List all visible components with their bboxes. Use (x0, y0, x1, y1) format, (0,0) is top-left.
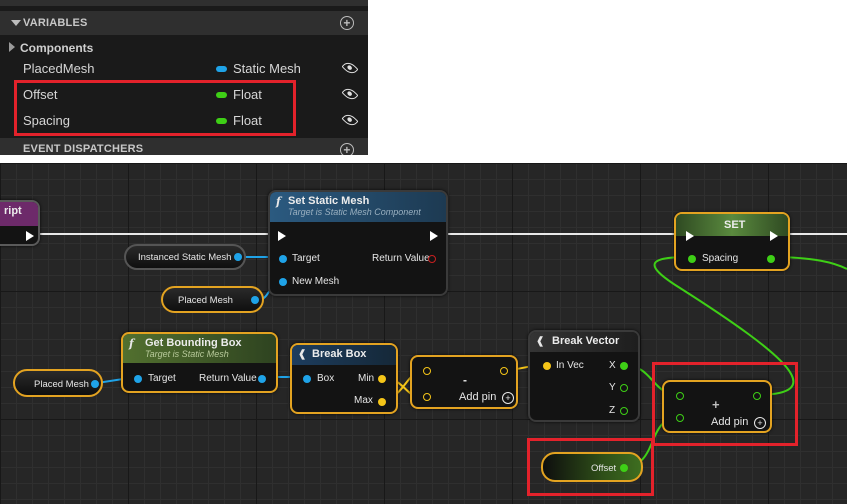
event-node-title: ript (4, 205, 22, 217)
in-vec-label: In Vec (556, 360, 584, 371)
add-variable-icon[interactable]: + (340, 16, 354, 30)
event-dispatchers-label: EVENT DISPATCHERS (23, 143, 144, 155)
spacing-label: Spacing (702, 253, 739, 264)
add-pin-icon[interactable]: + (502, 392, 514, 404)
highlight-box (527, 438, 654, 496)
x-pin[interactable] (620, 362, 628, 370)
exec-in-pin[interactable] (686, 231, 694, 241)
return-value-pin[interactable] (428, 255, 436, 263)
output-pin[interactable] (500, 367, 508, 375)
min-label: Min (358, 373, 375, 384)
add-dispatcher-icon[interactable]: + (340, 143, 354, 155)
new-mesh-pin[interactable] (279, 278, 287, 286)
variables-header[interactable]: VARIABLES + (0, 11, 368, 35)
set-static-mesh-node[interactable]: f Set Static Mesh Target is Static Mesh … (268, 190, 448, 296)
box-pin[interactable] (303, 375, 311, 383)
variable-row-placedmesh[interactable]: PlacedMesh Static Mesh (0, 56, 368, 82)
return-value-label: Return Value (199, 373, 257, 384)
instanced-static-mesh-getter[interactable]: Instanced Static Mesh (124, 244, 246, 270)
target-pin[interactable] (134, 375, 142, 383)
break-icon: ❰ (536, 336, 545, 347)
node-header: f Get Bounding Box Target is Static Mesh (123, 334, 276, 363)
z-label: Z (609, 405, 616, 416)
return-value-label: Return Value (372, 253, 430, 264)
in-vec-pin[interactable] (543, 362, 551, 370)
event-node[interactable]: ript (0, 200, 40, 246)
highlight-box (652, 362, 798, 446)
exec-out-pin[interactable] (770, 231, 778, 241)
getter-out-pin[interactable] (91, 380, 99, 388)
panel-top-section: + (0, 0, 368, 6)
event-node-header: ript (0, 202, 38, 226)
getter-out-pin[interactable] (251, 296, 259, 304)
node-title: Get Bounding Box (145, 337, 242, 349)
expand-arrow-icon[interactable] (9, 42, 15, 52)
x-label: X (609, 360, 616, 371)
function-icon: f (276, 195, 281, 208)
spacing-out-pin[interactable] (767, 255, 775, 263)
my-blueprint-panel: + VARIABLES + Components PlacedMesh Stat… (0, 0, 368, 155)
z-pin[interactable] (620, 407, 628, 415)
blueprint-graph-canvas[interactable]: ript f Set Static Mesh Target is Static … (0, 163, 847, 504)
type-pill-icon (216, 66, 227, 72)
spacing-in-pin[interactable] (688, 255, 696, 263)
node-subtitle: Target is Static Mesh (145, 349, 229, 359)
break-box-node[interactable]: ❰ Break Box Box Min Max (290, 343, 398, 414)
variable-type[interactable]: Static Mesh (233, 61, 301, 76)
getter-out-pin[interactable] (234, 253, 242, 261)
max-pin[interactable] (378, 398, 386, 406)
node-header: ❰ Break Box (292, 345, 396, 365)
node-title: Set Static Mesh (288, 195, 370, 207)
y-pin[interactable] (620, 384, 628, 392)
placed-mesh-getter[interactable]: Placed Mesh (13, 369, 103, 397)
collapse-arrow-icon[interactable] (11, 20, 21, 26)
function-icon: f (129, 337, 134, 350)
exec-in-pin[interactable] (278, 231, 286, 241)
node-subtitle: Target is Static Mesh Component (288, 207, 421, 217)
break-vector-node[interactable]: ❰ Break Vector In Vec X Y Z (528, 330, 640, 422)
new-mesh-label: New Mesh (292, 276, 340, 287)
target-pin[interactable] (279, 255, 287, 263)
node-title: Break Vector (552, 335, 620, 347)
node-title: Break Box (312, 348, 367, 360)
target-label: Target (292, 253, 320, 264)
node-header: ❰ Break Vector (530, 332, 638, 352)
target-label: Target (148, 373, 176, 384)
add-pin-label[interactable]: Add pin (459, 391, 496, 403)
exec-out-pin[interactable] (430, 231, 438, 241)
visibility-eye-icon[interactable] (341, 111, 359, 129)
break-icon: ❰ (298, 349, 307, 360)
components-category[interactable]: Components (0, 38, 368, 58)
variable-name: PlacedMesh (23, 61, 95, 76)
input-pin-b[interactable] (423, 393, 431, 401)
return-value-pin[interactable] (258, 375, 266, 383)
visibility-eye-icon[interactable] (341, 59, 359, 77)
min-pin[interactable] (378, 375, 386, 383)
variables-header-label: VARIABLES (23, 17, 88, 29)
input-pin-a[interactable] (423, 367, 431, 375)
visibility-eye-icon[interactable] (341, 85, 359, 103)
getter-label: Placed Mesh (178, 295, 233, 306)
node-title: SET (724, 219, 746, 231)
getter-label: Placed Mesh (34, 379, 89, 390)
placed-mesh-getter[interactable]: Placed Mesh (161, 286, 264, 313)
get-bounding-box-node[interactable]: f Get Bounding Box Target is Static Mesh… (121, 332, 278, 393)
exec-out-pin[interactable] (26, 231, 34, 241)
y-label: Y (609, 382, 616, 393)
operator-symbol: - (463, 373, 467, 387)
components-label: Components (20, 41, 94, 55)
subtract-node[interactable]: - Add pin + (410, 355, 518, 409)
set-spacing-node[interactable]: SET Spacing (674, 212, 790, 271)
node-header: f Set Static Mesh Target is Static Mesh … (270, 192, 446, 222)
box-label: Box (317, 373, 335, 384)
event-dispatchers-header[interactable]: EVENT DISPATCHERS + (0, 138, 368, 155)
getter-label: Instanced Static Mesh (138, 252, 232, 263)
highlight-box (14, 80, 296, 136)
max-label: Max (354, 395, 373, 406)
